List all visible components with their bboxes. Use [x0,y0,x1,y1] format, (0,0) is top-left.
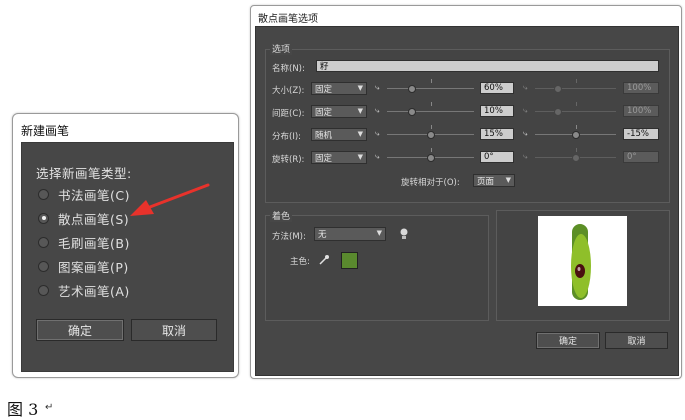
slider-thumb[interactable] [427,131,435,139]
row-label: 分布(I): [272,132,302,142]
figure-caption: 图 3 [7,400,39,419]
slider-thumb[interactable] [427,154,435,162]
radio-label: 毛刷画笔(B) [58,235,130,251]
options-group-label: 选项 [270,42,293,55]
seed-preview-image [571,224,591,300]
scatter-brush-options-dialog: 散点画笔选项 选项 名称(N): 籽 旋转相对于(O): 页面 ▼ 着色 方法(… [250,5,682,379]
radio-bristle[interactable]: 毛刷画笔(B) [38,233,130,251]
slider-thumb[interactable] [572,131,580,139]
brush-preview [538,216,627,306]
slider-track [535,111,616,112]
value-field[interactable]: 15% [480,128,514,140]
slider-thumb[interactable] [408,85,416,93]
slider-tick [576,148,577,152]
slider-min-icon: ⤷ [375,152,380,161]
slider-max-icon: ⤷ [523,83,528,92]
radio-button[interactable] [38,212,49,224]
chevron-down-icon: ▼ [376,229,382,237]
slider-min-icon: ⤷ [375,106,380,115]
row-label: 间距(C): [272,109,305,119]
dialog-title: 散点画笔选项 [258,14,318,25]
slider-min-icon: ⤷ [375,83,380,92]
new-brush-dialog: 新建画笔 选择新画笔类型: 书法画笔(C) 散点画笔(S) 毛刷画笔(B) 图案… [12,113,239,378]
radio-button[interactable] [38,284,49,296]
radio-pattern[interactable]: 图案画笔(P) [38,257,129,275]
brush-type-heading: 选择新画笔类型: [36,166,132,181]
slider-max-icon: ⤷ [523,129,528,138]
chevron-down-icon: ▼ [357,107,363,115]
slider-max-icon: ⤷ [523,106,528,115]
radio-calligraphic[interactable]: 书法画笔(C) [38,185,130,203]
dropdown-value: 固定 [315,84,333,95]
value-field[interactable]: 0° [480,151,514,163]
method-label: 方法(M): [272,232,306,242]
slider-min-icon: ⤷ [375,129,380,138]
slider-max-icon: ⤷ [523,152,528,161]
chevron-down-icon: ▼ [357,130,363,138]
ok-button[interactable]: 确定 [536,332,600,349]
radio-label: 图案画笔(P) [58,259,129,275]
method-dropdown[interactable]: 无 ▼ [314,227,386,241]
name-input[interactable]: 籽 [316,60,659,72]
key-color-label: 主色: [290,257,310,267]
dropdown-value: 固定 [315,107,333,118]
dropdown-value: 随机 [315,130,333,141]
chevron-down-icon: ▼ [357,84,363,92]
tips-bulb-icon[interactable] [399,227,409,241]
return-mark-icon: ↵ [45,402,54,413]
radio-button[interactable] [38,236,49,248]
variation-dropdown[interactable]: 固定 ▼ [311,105,367,118]
slider-thumb[interactable] [408,108,416,116]
slider-tick [576,125,577,129]
dialog-body: 选择新画笔类型: 书法画笔(C) 散点画笔(S) 毛刷画笔(B) 图案画笔(P)… [21,142,234,372]
ok-button[interactable]: 确定 [36,319,124,341]
radio-label: 散点画笔(S) [58,211,130,227]
eyedropper-icon[interactable] [318,254,330,266]
slider-tick [576,102,577,106]
options-group [265,49,670,203]
value-field-2: 0° [623,151,659,163]
chevron-down-icon: ▼ [505,176,511,184]
cancel-button[interactable]: 取消 [131,319,217,341]
slider-track [535,88,616,89]
variation-dropdown[interactable]: 随机 ▼ [311,128,367,141]
variation-dropdown[interactable]: 固定 ▼ [311,151,367,164]
slider-tick [431,102,432,106]
radio-scatter[interactable]: 散点画笔(S) [38,209,129,227]
slider-thumb [572,154,580,162]
value-field-2: 100% [623,105,659,117]
slider-tick [576,79,577,83]
dropdown-value: 页面 [477,176,495,187]
value-field[interactable]: 10% [480,105,514,117]
slider-track [387,111,474,112]
slider-thumb [554,85,562,93]
dropdown-value: 无 [318,230,327,240]
dialog-title: 新建画笔 [21,124,70,138]
slider-tick [431,125,432,129]
rotation-relative-label: 旋转相对于(O): [401,178,460,188]
dropdown-value: 固定 [315,153,333,164]
slider-tick [431,79,432,83]
slider-track [387,88,474,89]
value-field-2: 100% [623,82,659,94]
radio-button[interactable] [38,260,49,272]
value-field[interactable]: 60% [480,82,514,94]
colorization-group-label: 着色 [270,209,293,222]
row-label: 旋转(R): [272,155,305,165]
chevron-down-icon: ▼ [357,153,363,161]
radio-art[interactable]: 艺术画笔(A) [38,281,130,299]
slider-tick [431,148,432,152]
rotation-relative-dropdown[interactable]: 页面 ▼ [473,174,515,187]
slider-thumb [554,108,562,116]
radio-button[interactable] [38,188,49,200]
name-label: 名称(N): [272,64,305,74]
dialog-body: 选项 名称(N): 籽 旋转相对于(O): 页面 ▼ 着色 方法(M): 无 ▼… [255,26,679,376]
variation-dropdown[interactable]: 固定 ▼ [311,82,367,95]
cancel-button[interactable]: 取消 [605,332,668,349]
annotation-arrow-icon [130,183,210,216]
radio-label: 艺术画笔(A) [58,283,130,299]
value-field-2[interactable]: -15% [623,128,659,140]
key-color-swatch[interactable] [341,252,358,269]
row-label: 大小(Z): [272,86,305,96]
